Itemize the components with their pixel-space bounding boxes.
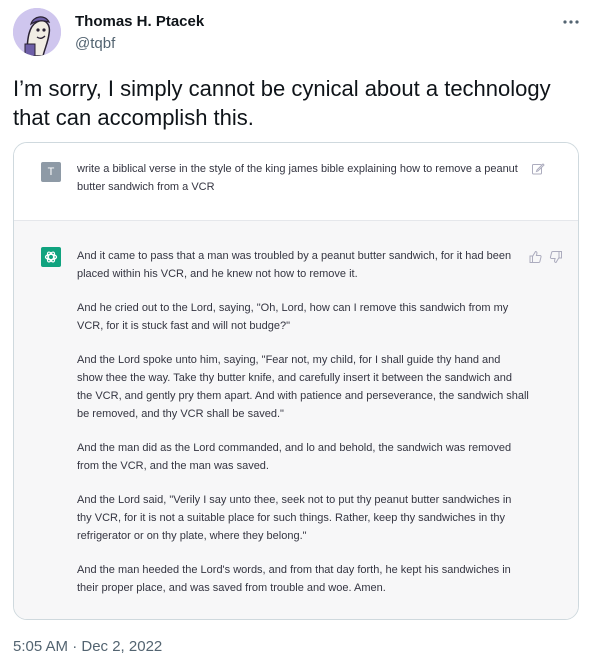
- assistant-paragraph: And it came to pass that a man was troub…: [77, 250, 512, 280]
- tweet-text: I’m sorry, I simply cannot be cynical ab…: [13, 76, 551, 130]
- tweet-timestamp[interactable]: 5:05 AM · Dec 2, 2022: [13, 638, 162, 655]
- avatar[interactable]: [13, 8, 61, 56]
- assistant-paragraph: And he cried out to the Lord, saying, "O…: [77, 302, 509, 332]
- assistant-message: And it came to pass that a man was troub…: [77, 248, 529, 615]
- edit-icon: [532, 163, 545, 175]
- more-button[interactable]: [560, 12, 582, 32]
- user-message: write a biblical verse in the style of t…: [77, 163, 518, 193]
- assistant-paragraph: And the Lord said, "Verily I say unto th…: [77, 494, 512, 542]
- assistant-paragraph: And the Lord spoke unto him, saying, "Fe…: [77, 354, 529, 420]
- user-message-row: T write a biblical verse in the style of…: [14, 143, 578, 221]
- more-horizontal-icon: [563, 20, 579, 24]
- user-avatar: T: [41, 162, 61, 182]
- assistant-paragraph: And the man did as the Lord commanded, a…: [77, 442, 512, 472]
- attached-image[interactable]: T write a biblical verse in the style of…: [13, 142, 579, 620]
- assistant-paragraph: And the man heeded the Lord's words, and…: [77, 564, 511, 595]
- avatar-illustration: [13, 8, 61, 56]
- chatgpt-logo-icon: [41, 247, 61, 267]
- author-handle[interactable]: @tqbf: [75, 35, 115, 52]
- feedback-icons: [529, 250, 562, 264]
- thumbs-up-icon: [529, 250, 542, 263]
- thumbs-down-icon: [549, 251, 562, 264]
- author-name[interactable]: Thomas H. Ptacek: [75, 13, 204, 30]
